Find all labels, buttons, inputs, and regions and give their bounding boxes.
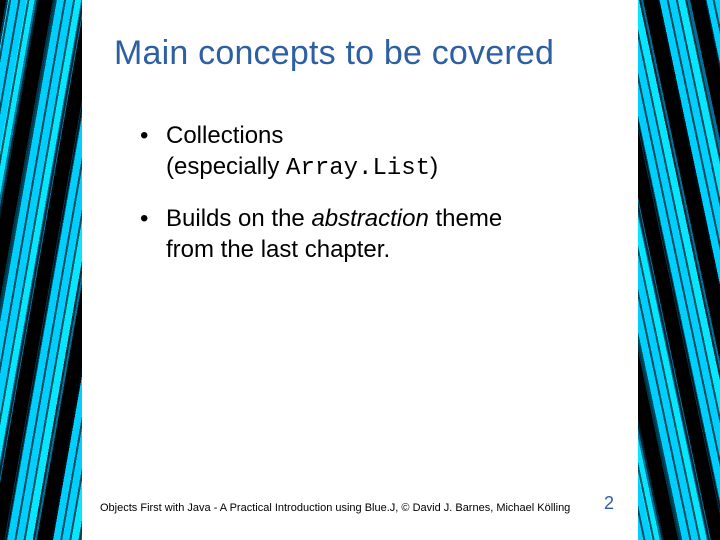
bullet-text: theme xyxy=(429,205,502,232)
list-item: Collections (especially Array.List) xyxy=(146,121,610,184)
bullet-text: (especially xyxy=(166,153,286,180)
decorative-feather-right xyxy=(625,0,720,540)
bullet-text: Collections xyxy=(166,122,283,149)
slide-title: Main concepts to be covered xyxy=(114,34,610,73)
slide-footer: Objects First with Java - A Practical In… xyxy=(100,493,620,514)
bullet-text: from the last chapter. xyxy=(166,236,390,263)
slide-content-area: Main concepts to be covered Collections … xyxy=(82,0,638,540)
list-item: Builds on the abstraction theme from the… xyxy=(146,204,610,265)
emphasis-text: abstraction xyxy=(311,205,428,232)
bullet-text: ) xyxy=(430,153,438,180)
footer-attribution: Objects First with Java - A Practical In… xyxy=(100,502,570,514)
bullet-text: Builds on the xyxy=(166,205,311,232)
page-number: 2 xyxy=(604,493,620,514)
code-text: Array.List xyxy=(286,155,430,182)
bullet-list: Collections (especially Array.List) Buil… xyxy=(110,121,610,266)
decorative-feather-left xyxy=(0,0,95,540)
